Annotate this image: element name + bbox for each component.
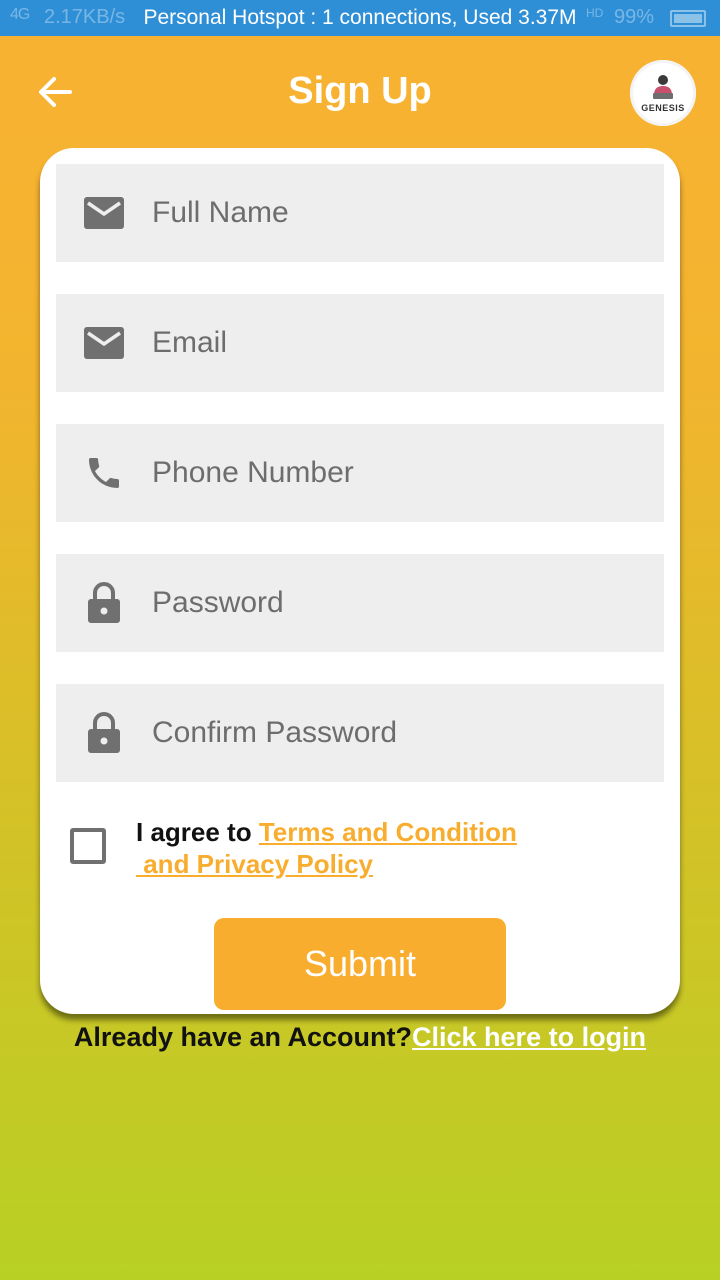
lock-icon (82, 711, 126, 755)
genesis-logo: GENESIS (630, 60, 696, 126)
login-link[interactable]: Click here to login (412, 1022, 646, 1052)
agree-prefix: I agree to (136, 817, 259, 847)
signup-card: I agree to Terms and Condition and Priva… (40, 148, 680, 1014)
full-name-input[interactable] (152, 183, 632, 243)
phone-input[interactable] (152, 443, 632, 503)
mail-icon (82, 321, 126, 365)
agree-row: I agree to Terms and Condition and Priva… (70, 816, 630, 886)
full-name-field (56, 164, 664, 262)
logo-text: GENESIS (641, 103, 685, 113)
agree-checkbox[interactable] (70, 828, 106, 864)
lock-icon (82, 581, 126, 625)
password-input[interactable] (152, 573, 632, 633)
password-field (56, 554, 664, 652)
page-title: Sign Up (288, 70, 432, 112)
mail-icon (82, 191, 126, 235)
status-bar: 4G 2.17KB/s HD 99% Personal Hotspot : 1 … (0, 0, 720, 36)
person-laptop-icon (653, 75, 673, 99)
agree-text: I agree to Terms and Condition and Priva… (136, 816, 616, 880)
hotspot-notice: Personal Hotspot : 1 connections, Used 3… (143, 6, 577, 29)
confirm-password-field (56, 684, 664, 782)
submit-button[interactable]: Submit (214, 918, 506, 1010)
login-row: Already have an Account?Click here to lo… (0, 1022, 720, 1053)
phone-field (56, 424, 664, 522)
email-input[interactable] (152, 313, 632, 373)
privacy-policy-link[interactable]: and Privacy Policy (136, 849, 373, 879)
app-header: Sign Up GENESIS (0, 36, 720, 146)
confirm-password-input[interactable] (152, 703, 632, 763)
phone-icon (82, 451, 126, 495)
login-prompt: Already have an Account? (73, 1022, 413, 1052)
terms-link[interactable]: Terms and Condition (259, 817, 517, 847)
email-field (56, 294, 664, 392)
